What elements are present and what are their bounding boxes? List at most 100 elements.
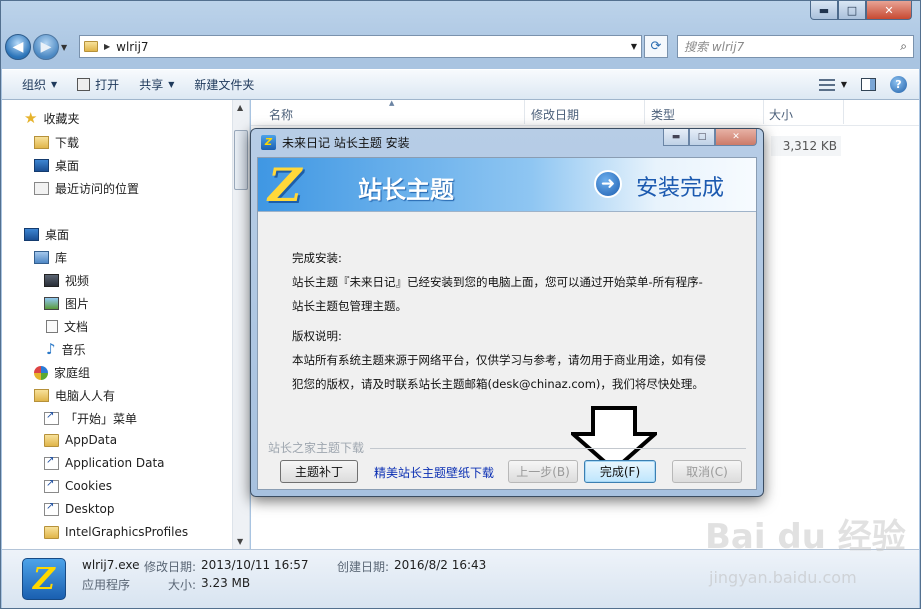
sidebar-item-cookies[interactable]: Cookies [44,478,112,493]
column-headers: ▲ 名称 修改日期 类型 大小 [251,99,919,126]
breadcrumb-chevron-icon[interactable]: ▶ [104,42,110,51]
sidebar-item-desktop-favorite[interactable]: 桌面 [34,157,79,174]
pictures-icon [44,297,59,310]
dialog-close-button[interactable]: ✕ [715,129,757,146]
dialog-banner: Z 站长主题 ➜ 安装完成 [258,158,756,212]
shortcut-folder-icon [44,478,59,493]
arrow-right-icon: ➜ [594,170,622,198]
sidebar-item-intel[interactable]: IntelGraphicsProfiles [44,525,188,539]
banner-brand: 站长主题 [358,176,454,204]
sidebar-item-user[interactable]: 电脑人人有 [34,387,115,404]
sidebar-scrollbar[interactable]: ▲ ▼ [232,100,249,549]
new-folder-label: 新建文件夹 [194,78,255,92]
address-path[interactable]: wlrij7 [116,40,148,54]
video-icon [44,274,59,287]
copyright-text-1: 本站所有系统主题来源于网络平台，仅供学习与参考，请勿用于商业用途，如有侵 [292,353,706,367]
install-text-1: 站长主题『未来日记』已经安装到您的电脑上面，您可以通过开始菜单-所有程序- [292,275,703,289]
modified-label: 修改日期: [144,560,197,574]
column-name[interactable]: 名称 [269,106,293,123]
refresh-icon[interactable]: ⟳ [644,35,668,58]
theme-patch-button[interactable]: 主题补丁 [280,460,358,483]
dialog-message: 完成安装: 站长主题『未来日记』已经安装到您的电脑上面，您可以通过开始菜单-所有… [292,246,742,396]
help-icon[interactable]: ? [890,76,907,93]
dialog-maximize-button[interactable]: □ [689,129,715,146]
scroll-up-icon[interactable]: ▲ [237,103,243,112]
sidebar-item-recent[interactable]: 最近访问的位置 [34,180,139,197]
chinaz-logo-icon: Z [268,158,302,212]
address-bar[interactable]: ▶ wlrij7 ▼ [79,35,642,58]
size-label: 大小: [168,578,197,592]
sidebar-item-start-menu[interactable]: 「开始」菜单 [44,410,137,427]
view-options-icon[interactable] [818,78,835,91]
column-size[interactable]: 大小 [769,106,793,123]
navigation-pane: ★ 收藏夹 下载 桌面 最近访问的位置 桌面 库 视频 图片 文档 ♪ 音乐 家庭组 [2,100,250,549]
column-divider[interactable] [644,100,645,124]
search-input[interactable]: 搜索 wlrij7 ⌕ [677,35,914,58]
wallpaper-download-link[interactable]: 精美站长主题壁纸下载 [374,464,494,481]
watermark-brand: Bai du 经验 [705,517,906,557]
music-note-icon: ♪ [46,340,56,358]
search-icon[interactable]: ⌕ [900,39,907,54]
address-dropdown-icon[interactable]: ▼ [631,42,637,51]
homegroup-icon [34,365,48,380]
back-icon[interactable]: ◀ [5,34,31,60]
finish-button[interactable]: 完成(F) [584,460,656,483]
forward-icon[interactable]: ▶ [33,34,59,60]
created-value: 2016/8/2 16:43 [394,558,487,572]
sidebar-item-desktop[interactable]: 桌面 [24,226,69,243]
scroll-down-icon[interactable]: ▼ [237,537,243,546]
sidebar-item-libraries[interactable]: 库 [34,249,67,266]
open-button[interactable]: 打开 [67,70,129,99]
banner-status: 安装完成 [636,176,725,201]
new-folder-button[interactable]: 新建文件夹 [184,70,264,99]
sidebar-item-music[interactable]: ♪ 音乐 [46,341,86,358]
sidebar-item-homegroup[interactable]: 家庭组 [34,364,90,381]
shortcut-folder-icon [44,410,59,425]
maximize-button[interactable]: □ [838,1,866,20]
recent-places-icon [34,182,49,195]
organize-button[interactable]: 组织 ▼ [2,70,67,99]
sidebar-item-desktop-folder[interactable]: Desktop [44,501,115,516]
column-type[interactable]: 类型 [651,106,675,123]
dialog-minimize-button[interactable]: ▬ [663,129,689,146]
star-icon: ★ [24,109,38,127]
desktop-icon [34,159,49,172]
sidebar-item-documents[interactable]: 文档 [46,318,88,335]
sidebar-item-videos[interactable]: 视频 [44,272,89,289]
scrollbar-thumb[interactable] [234,130,248,190]
column-divider[interactable] [763,100,764,124]
shortcut-folder-icon [44,455,59,470]
chevron-down-icon: ▼ [168,80,175,89]
sidebar-item-appdata[interactable]: AppData [44,433,117,447]
shortcut-folder-icon [44,501,59,516]
sidebar-item-label: 桌面 [55,159,80,173]
share-button[interactable]: 共享 ▼ [129,70,184,99]
recent-pages-chevron-icon[interactable]: ▼ [61,43,73,52]
cancel-button[interactable]: 取消(C) [672,460,742,483]
modified-value: 2013/10/11 16:57 [201,558,309,572]
sidebar-item-downloads[interactable]: 下载 [34,134,79,151]
close-button[interactable]: ✕ [866,1,912,20]
preview-pane-icon[interactable] [861,78,876,91]
sidebar-item-label: 收藏夹 [43,112,80,126]
share-label: 共享 [139,78,164,92]
folder-icon [44,525,59,539]
chevron-down-icon: ▼ [51,80,58,89]
minimize-button[interactable]: ▬ [810,1,838,20]
sidebar-item-label: 图片 [65,297,90,311]
file-size-cell[interactable]: 3,312 KB [771,136,841,156]
view-chevron-down-icon[interactable]: ▼ [841,80,847,89]
size-value: 3.23 MB [201,576,251,590]
sidebar-item-pictures[interactable]: 图片 [44,295,89,312]
column-divider[interactable] [524,100,525,124]
sidebar-item-application-data[interactable]: Application Data [44,455,165,470]
open-label: 打开 [95,78,120,92]
back-button[interactable]: 上一步(B) [508,460,578,483]
sidebar-item-label: 视频 [65,274,90,288]
sidebar-item-favorites[interactable]: ★ 收藏夹 [24,110,79,127]
file-type: 应用程序 [82,578,131,592]
sidebar-item-label: Cookies [65,479,112,493]
sidebar-item-label: 桌面 [45,228,70,242]
column-divider[interactable] [843,100,844,124]
column-date[interactable]: 修改日期 [531,106,579,123]
